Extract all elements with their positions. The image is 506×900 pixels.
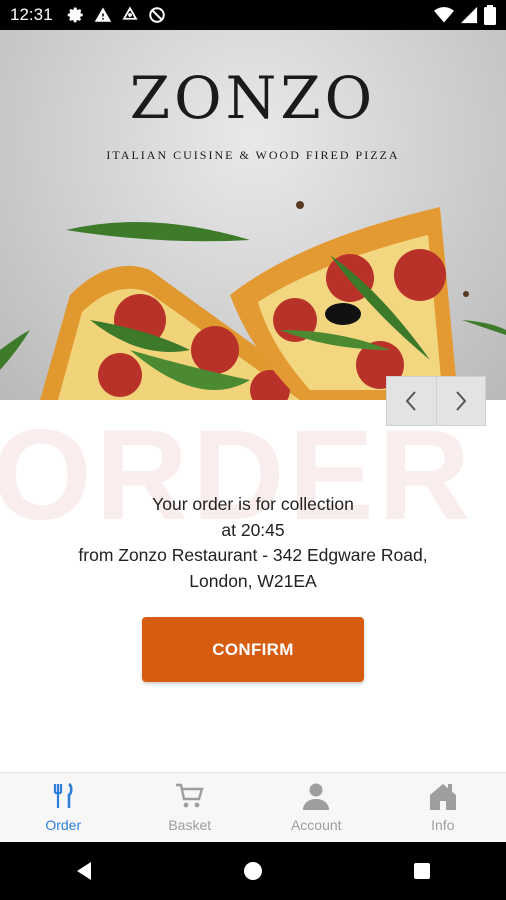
- tab-account[interactable]: Account: [253, 773, 380, 843]
- tab-order-label: Order: [45, 817, 82, 833]
- tab-basket-label: Basket: [168, 817, 212, 833]
- status-right: [434, 5, 496, 25]
- logo-subtitle: ITALIAN CUISINE & WOOD FIRED PIZZA: [106, 148, 400, 162]
- status-time: 12:31: [10, 5, 53, 24]
- home-button-icon[interactable]: [242, 860, 264, 882]
- settings-icon: [67, 7, 83, 23]
- tab-order[interactable]: Order: [0, 773, 127, 843]
- order-line-collection: Your order is for collection: [152, 494, 354, 514]
- recycle-icon: [121, 6, 138, 20]
- tab-basket[interactable]: Basket: [127, 773, 254, 843]
- fork-knife-icon: [54, 782, 73, 808]
- order-line-city: London, W21EA: [189, 570, 317, 591]
- system-nav-bar: [0, 842, 506, 900]
- person-icon: [303, 783, 330, 810]
- tab-info-label: Info: [431, 817, 455, 833]
- cart-icon: [175, 783, 204, 808]
- recents-icon[interactable]: [411, 860, 433, 882]
- battery-icon: [484, 5, 496, 25]
- back-icon[interactable]: [73, 860, 95, 882]
- hero-banner: ZONZO ITALIAN CUISINE & WOOD FIRED PIZZA: [0, 30, 506, 400]
- order-line-restaurant: from Zonzo Restaurant - 342 Edgware Road…: [78, 545, 428, 565]
- order-line-time: at 20:45: [221, 519, 285, 540]
- signal-icon: [460, 6, 478, 24]
- wifi-icon: [434, 7, 454, 23]
- status-bar: 12:31: [0, 0, 506, 30]
- tab-account-label: Account: [290, 817, 342, 833]
- logo-title: ZONZO: [129, 64, 377, 132]
- confirm-button[interactable]: CONFIRM: [142, 617, 364, 682]
- warning-icon: [94, 7, 111, 22]
- bottom-tab-bar: Order Basket Account Info: [0, 772, 506, 843]
- block-icon: [148, 7, 165, 23]
- home-icon: [429, 784, 456, 810]
- tab-info[interactable]: Info: [380, 773, 506, 843]
- order-summary: Your order is for collection at 20:45 fr…: [0, 492, 506, 594]
